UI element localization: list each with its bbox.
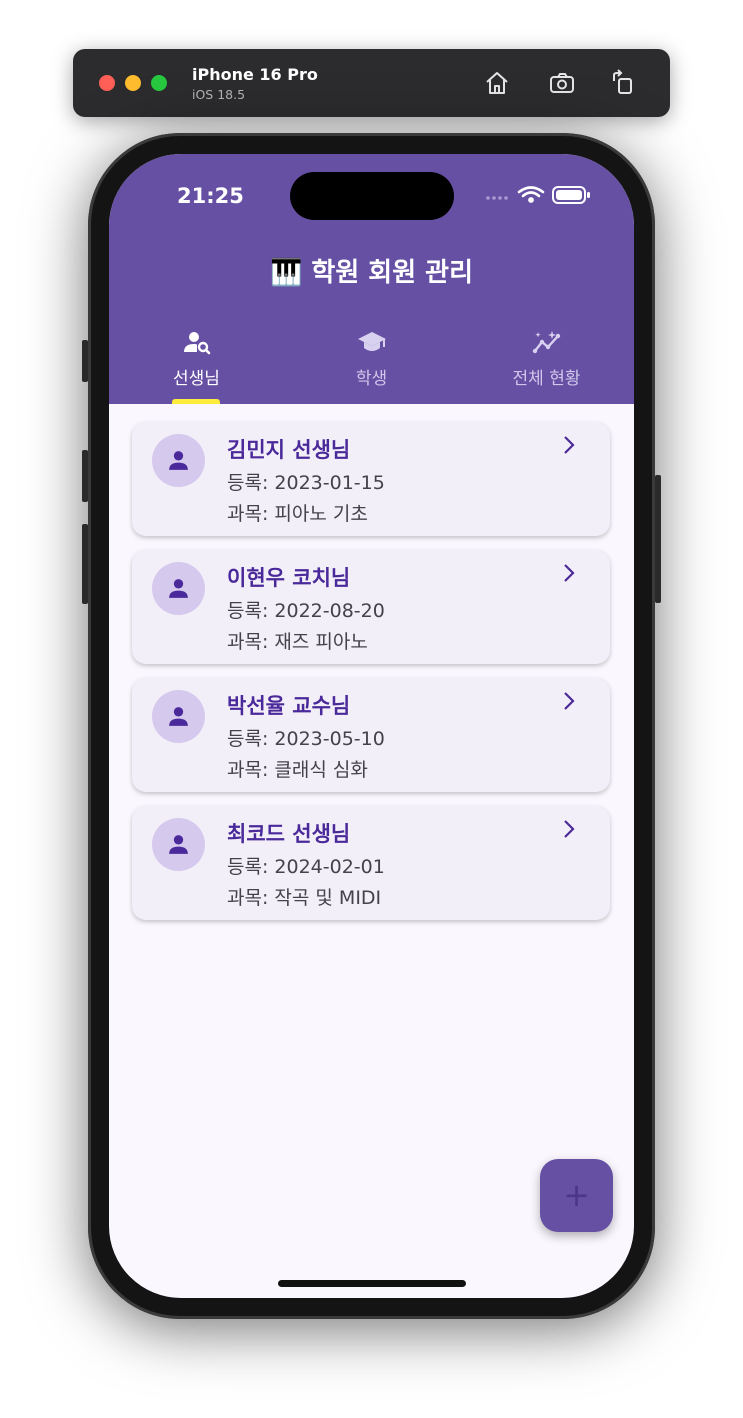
teacher-card[interactable]: 박선율 교수님 등록: 2023-05-10 과목: 클래식 심화	[132, 678, 610, 792]
chevron-right-icon	[564, 820, 575, 838]
zoom-window-button[interactable]	[151, 75, 167, 91]
tab-overview[interactable]: 전체 현황	[459, 324, 634, 404]
app-bar: 21:25 🎹 학원 회원 관리 선생님 학생 전체 현황	[109, 154, 634, 404]
rotate-icon[interactable]	[609, 69, 637, 97]
avatar	[152, 434, 205, 487]
active-tab-indicator	[172, 399, 220, 404]
status-icons	[486, 186, 590, 204]
minimize-window-button[interactable]	[125, 75, 141, 91]
tab-overview-label: 전체 현황	[512, 369, 581, 389]
chevron-right-icon	[564, 564, 575, 582]
status-time: 21:25	[177, 184, 244, 208]
add-teacher-button[interactable]: +	[540, 1159, 613, 1232]
avatar	[152, 562, 205, 615]
teacher-card[interactable]: 최코드 선생님 등록: 2024-02-01 과목: 작곡 및 MIDI	[132, 806, 610, 920]
teacher-name: 최코드 선생님	[227, 822, 351, 846]
close-window-button[interactable]	[99, 75, 115, 91]
tab-students-label: 학생	[355, 369, 388, 389]
teacher-subject: 과목: 클래식 심화	[227, 759, 368, 781]
tab-teachers[interactable]: 선생님	[109, 324, 284, 404]
app-title: 🎹 학원 회원 관리	[269, 258, 474, 288]
wifi-icon	[517, 186, 545, 203]
insights-icon	[532, 331, 560, 354]
os-version: iOS 18.5	[192, 87, 246, 102]
dynamic-island	[290, 172, 454, 220]
device-name: iPhone 16 Pro	[192, 65, 318, 84]
graduation-cap-icon	[357, 332, 386, 351]
teacher-registered-date: 등록: 2023-01-15	[227, 472, 385, 494]
action-button	[82, 340, 88, 382]
teacher-registered-date: 등록: 2023-05-10	[227, 728, 385, 750]
tab-students[interactable]: 학생	[284, 324, 459, 404]
cellular-signal-icon	[486, 196, 508, 200]
teacher-name: 김민지 선생님	[227, 438, 351, 462]
plus-icon: +	[563, 1176, 590, 1214]
phone-screen: 21:25 🎹 학원 회원 관리 선생님 학생 전체 현황 김민지 선생님 등록…	[109, 154, 634, 1298]
teacher-subject: 과목: 피아노 기초	[227, 503, 368, 525]
person-icon	[169, 579, 188, 598]
home-indicator[interactable]	[278, 1280, 466, 1287]
person-icon	[169, 835, 188, 854]
avatar	[152, 690, 205, 743]
chevron-right-icon	[564, 692, 575, 710]
teacher-card[interactable]: 김민지 선생님 등록: 2023-01-15 과목: 피아노 기초	[132, 422, 610, 536]
person-icon	[169, 451, 188, 470]
tab-teachers-label: 선생님	[173, 369, 220, 389]
avatar	[152, 818, 205, 871]
person-icon	[169, 707, 188, 726]
screenshot-icon[interactable]	[548, 69, 576, 97]
teacher-card[interactable]: 이현우 코치님 등록: 2022-08-20 과목: 재즈 피아노	[132, 550, 610, 664]
power-button	[655, 475, 661, 603]
volume-up-button	[82, 450, 88, 502]
home-icon[interactable]	[483, 69, 511, 97]
volume-down-button	[82, 524, 88, 604]
chevron-right-icon	[564, 436, 575, 454]
simulator-toolbar: iPhone 16 Pro iOS 18.5	[73, 49, 670, 117]
teacher-registered-date: 등록: 2024-02-01	[227, 856, 385, 878]
teacher-subject: 과목: 재즈 피아노	[227, 631, 368, 653]
teacher-registered-date: 등록: 2022-08-20	[227, 600, 385, 622]
teacher-subject: 과목: 작곡 및 MIDI	[227, 887, 382, 909]
person-search-icon	[183, 332, 210, 355]
battery-icon	[552, 186, 590, 204]
teacher-name: 박선율 교수님	[227, 694, 351, 718]
teacher-name: 이현우 코치님	[227, 566, 351, 590]
